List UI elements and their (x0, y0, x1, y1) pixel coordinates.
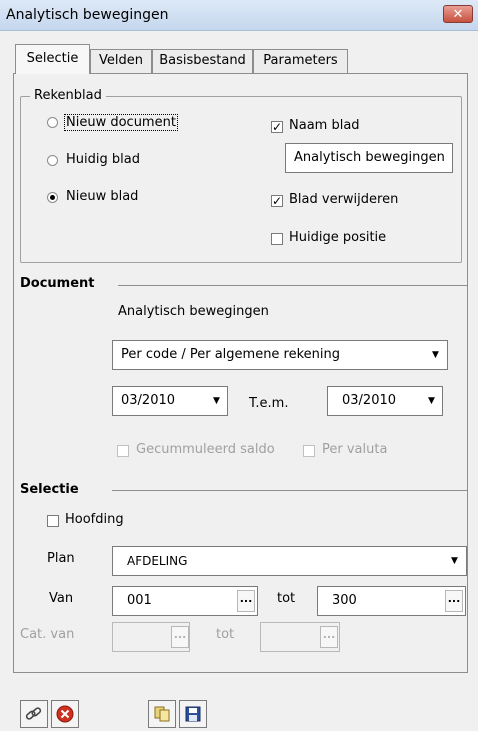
sort-select-value: Per code / Per algemene rekening (121, 347, 341, 362)
cancel-button[interactable] (51, 700, 79, 728)
copy-icon (154, 706, 170, 722)
radio-nieuw-document[interactable] (47, 117, 58, 128)
save-button[interactable] (179, 700, 207, 728)
document-divider (118, 285, 467, 286)
cat-van-label: Cat. van (20, 627, 75, 642)
plan-label: Plan (47, 551, 75, 566)
from-period-chevron-icon[interactable]: ▼ (208, 389, 225, 413)
close-button[interactable]: ✕ (443, 5, 473, 23)
naam-blad-input[interactable]: Analytisch bewegingen (285, 143, 453, 173)
tot-input-value: 300 (332, 593, 357, 608)
rekenblad-group-label: Rekenblad (30, 88, 106, 103)
gecummuleerd-checkbox[interactable] (117, 445, 129, 457)
plan-select[interactable]: AFDELING (112, 546, 467, 576)
van-label: Van (49, 591, 74, 606)
per-valuta-label: Per valuta (322, 442, 388, 457)
sort-dropdown-chevron-icon[interactable]: ▼ (427, 343, 444, 367)
van-input-value: 001 (127, 593, 152, 608)
tot-label: tot (277, 591, 296, 606)
tab-basisbestand[interactable]: Basisbestand (152, 49, 253, 73)
cat-van-browse-button[interactable]: ... (171, 626, 189, 648)
document-name: Analytisch bewegingen (118, 304, 269, 319)
huidige-positie-label: Huidige positie (289, 230, 387, 245)
radio-huidig-blad-label[interactable]: Huidig blad (66, 152, 140, 167)
hoofding-label: Hoofding (65, 512, 124, 527)
to-period-chevron-icon[interactable]: ▼ (423, 389, 440, 413)
per-valuta-checkbox[interactable] (303, 445, 315, 457)
tem-label: T.e.m. (249, 396, 289, 411)
blad-verwijderen-label: Blad verwijderen (289, 192, 399, 207)
cancel-icon (56, 705, 74, 723)
title-bar: Analytisch bewegingen ✕ (0, 0, 478, 31)
radio-nieuw-blad[interactable] (47, 192, 58, 203)
document-section-title: Document (20, 276, 95, 291)
plan-chevron-icon[interactable]: ▼ (446, 549, 463, 573)
plan-select-value: AFDELING (127, 554, 188, 568)
link-icon (25, 707, 42, 720)
van-browse-button[interactable]: ... (237, 590, 255, 612)
copy-button[interactable] (148, 700, 176, 728)
huidige-positie-checkbox[interactable] (271, 233, 283, 245)
tab-parameters[interactable]: Parameters (253, 49, 348, 73)
naam-blad-checkbox[interactable]: ✓ (271, 121, 283, 133)
cat-tot-label: tot (216, 627, 235, 642)
tab-selectie[interactable]: Selectie (15, 44, 90, 74)
hoofding-checkbox[interactable] (47, 515, 59, 527)
tab-velden[interactable]: Velden (90, 49, 152, 73)
save-icon (185, 706, 201, 722)
from-period-value: 03/2010 (121, 393, 176, 408)
tot-input[interactable]: 300 (317, 586, 466, 616)
gecummuleerd-label: Gecummuleerd saldo (136, 442, 275, 457)
naam-blad-label: Naam blad (289, 118, 360, 133)
blad-verwijderen-checkbox[interactable]: ✓ (271, 195, 283, 207)
selectie-section-title: Selectie (20, 482, 79, 497)
radio-nieuw-blad-label[interactable]: Nieuw blad (66, 189, 138, 204)
radio-huidig-blad[interactable] (47, 155, 58, 166)
tot-browse-button[interactable]: ... (445, 590, 463, 612)
radio-nieuw-document-label[interactable]: Nieuw document (64, 114, 178, 131)
sort-select[interactable]: Per code / Per algemene rekening (112, 340, 448, 370)
cat-tot-browse-button[interactable]: ... (320, 626, 338, 648)
link-button[interactable] (20, 700, 48, 728)
selectie-divider (112, 490, 467, 491)
window-title: Analytisch bewegingen (6, 7, 169, 23)
to-period-value: 03/2010 (342, 393, 397, 408)
